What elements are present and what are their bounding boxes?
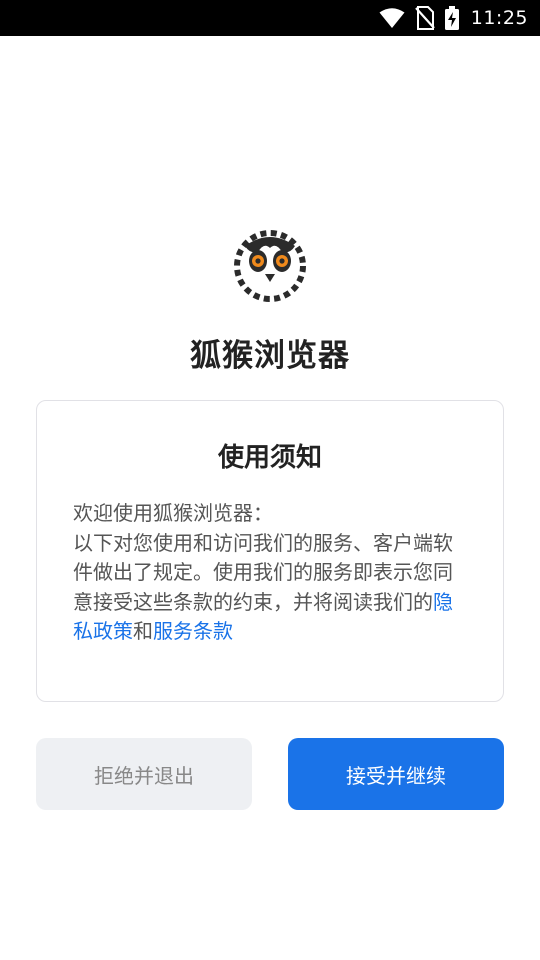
no-sim-icon	[414, 6, 435, 30]
accept-continue-button[interactable]: 接受并继续	[288, 738, 504, 810]
notice-title: 使用须知	[217, 443, 322, 473]
lemur-face-icon	[232, 228, 308, 304]
wifi-icon	[379, 7, 405, 29]
notice-conjunction: 和	[133, 619, 153, 643]
notice-card: 使用须知 欢迎使用狐猴浏览器： 以下对您使用和访问我们的服务、客户端软件做出了规…	[36, 400, 504, 702]
status-time: 11:25	[470, 7, 528, 29]
notice-intro: 欢迎使用狐猴浏览器：	[73, 501, 273, 525]
terms-of-service-link[interactable]: 服务条款	[153, 619, 233, 643]
battery-charging-icon	[444, 6, 459, 30]
notice-body: 欢迎使用狐猴浏览器： 以下对您使用和访问我们的服务、客户端软件做出了规定。使用我…	[73, 499, 465, 647]
status-bar: 11:25	[0, 0, 540, 36]
reject-exit-button[interactable]: 拒绝并退出	[36, 738, 252, 810]
app-name: 狐猴浏览器	[190, 338, 350, 374]
notice-text: 以下对您使用和访问我们的服务、客户端软件做出了规定。使用我们的服务即表示您同意接…	[73, 530, 453, 614]
